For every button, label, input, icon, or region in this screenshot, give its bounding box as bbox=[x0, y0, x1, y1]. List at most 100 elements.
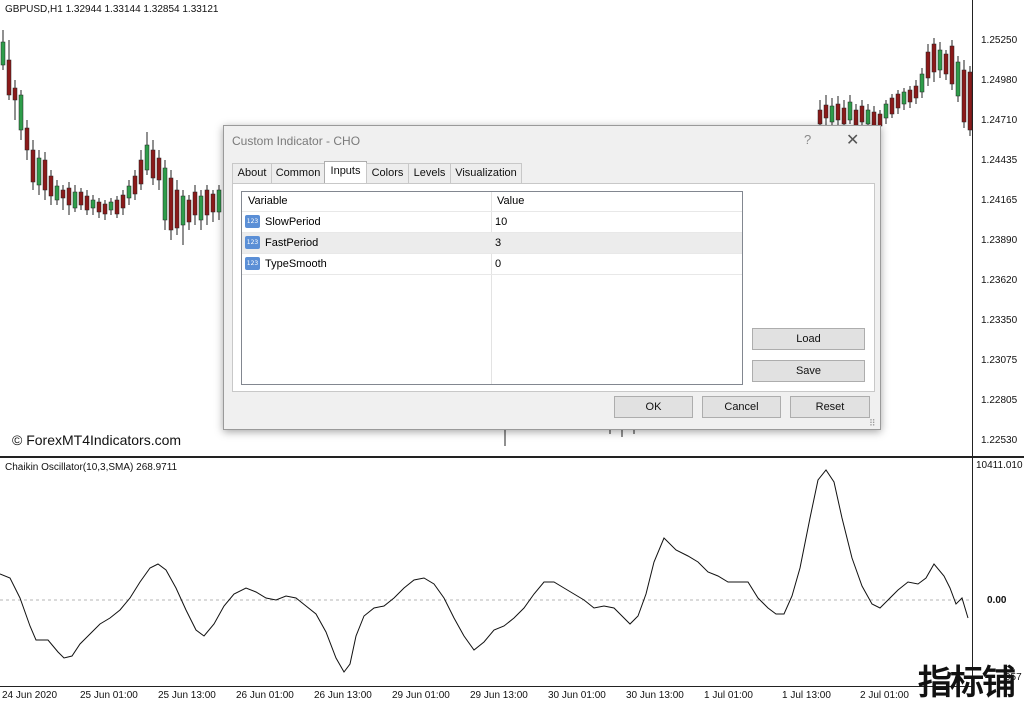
integer-type-icon: 123 bbox=[245, 257, 260, 270]
candle-body bbox=[949, 45, 955, 85]
candle-body bbox=[96, 201, 102, 213]
candle-body bbox=[216, 189, 222, 213]
time-label: 26 Jun 13:00 bbox=[314, 690, 372, 701]
candle-body bbox=[84, 195, 90, 211]
variable-name: FastPeriod bbox=[265, 237, 319, 249]
candle-body bbox=[931, 43, 937, 73]
grid-header: Variable Value bbox=[242, 192, 742, 210]
time-label: 29 Jun 01:00 bbox=[392, 690, 450, 701]
candle-body bbox=[54, 185, 60, 201]
candle-body bbox=[210, 193, 216, 213]
candle-body bbox=[30, 149, 36, 183]
candle-body bbox=[66, 187, 72, 206]
time-label: 25 Jun 13:00 bbox=[158, 690, 216, 701]
candle-body bbox=[841, 107, 847, 125]
candle-body bbox=[132, 175, 138, 195]
price-label: 1.22530 bbox=[981, 435, 1018, 446]
input-row-typesmooth[interactable]: 123 TypeSmooth 0 bbox=[242, 253, 742, 275]
tab-colors[interactable]: Colors bbox=[366, 163, 409, 183]
price-label: 1.22805 bbox=[981, 395, 1018, 406]
candle-body bbox=[192, 191, 198, 216]
price-label: 1.23075 bbox=[981, 355, 1018, 366]
candle-body bbox=[144, 144, 150, 171]
variable-name: SlowPeriod bbox=[265, 216, 321, 228]
candle-body bbox=[943, 53, 949, 75]
integer-type-icon: 123 bbox=[245, 215, 260, 228]
candle-body bbox=[847, 101, 853, 121]
candle-body bbox=[919, 73, 925, 93]
tab-about[interactable]: About bbox=[232, 163, 272, 183]
candle-body bbox=[865, 109, 871, 125]
candle-body bbox=[150, 149, 156, 179]
variable-value[interactable]: 0 bbox=[495, 258, 501, 270]
column-header-variable[interactable]: Variable bbox=[248, 195, 288, 207]
time-label: 26 Jun 01:00 bbox=[236, 690, 294, 701]
candle-body bbox=[859, 105, 865, 123]
candle-body bbox=[829, 105, 835, 123]
reset-button[interactable]: Reset bbox=[790, 396, 870, 418]
inputs-panel: Variable Value 123 SlowPeriod 10 123 Fas… bbox=[232, 183, 875, 392]
time-label: 25 Jun 01:00 bbox=[80, 690, 138, 701]
candle-body bbox=[204, 189, 210, 216]
candle-body bbox=[126, 185, 132, 199]
price-label: 1.24165 bbox=[981, 195, 1018, 206]
candle-body bbox=[138, 159, 144, 185]
input-row-slowperiod[interactable]: 123 SlowPeriod 10 bbox=[242, 211, 742, 232]
save-button[interactable]: Save bbox=[752, 360, 865, 382]
indicator-axis-zero: 0.00 bbox=[987, 595, 1007, 606]
candle-body bbox=[6, 59, 12, 96]
time-axis[interactable]: 24 Jun 2020 25 Jun 01:00 25 Jun 13:00 26… bbox=[0, 686, 972, 705]
indicator-axis[interactable]: 10411.010 0.00 957 bbox=[972, 458, 1024, 686]
candle-body bbox=[36, 157, 42, 186]
column-header-value[interactable]: Value bbox=[497, 195, 524, 207]
time-label: 24 Jun 2020 bbox=[2, 690, 58, 701]
load-button[interactable]: Load bbox=[752, 328, 865, 350]
price-label: 1.23620 bbox=[981, 275, 1018, 286]
variable-value[interactable]: 3 bbox=[495, 237, 501, 249]
candle-body bbox=[102, 203, 108, 215]
cancel-button[interactable]: Cancel bbox=[702, 396, 781, 418]
tab-visualization[interactable]: Visualization bbox=[450, 163, 522, 183]
candle-body bbox=[42, 159, 48, 191]
candle-body bbox=[961, 69, 967, 123]
candle-body bbox=[853, 109, 859, 127]
tab-levels[interactable]: Levels bbox=[408, 163, 451, 183]
custom-indicator-dialog[interactable]: Custom Indicator - CHO ? ✕ About Common … bbox=[223, 125, 881, 430]
inputs-grid[interactable]: Variable Value 123 SlowPeriod 10 123 Fas… bbox=[241, 191, 743, 385]
variable-value[interactable]: 10 bbox=[495, 216, 507, 228]
ok-button[interactable]: OK bbox=[614, 396, 693, 418]
candle-body bbox=[156, 157, 162, 181]
input-row-fastperiod[interactable]: 123 FastPeriod 3 bbox=[242, 232, 742, 253]
price-label: 1.24980 bbox=[981, 75, 1018, 86]
price-label: 1.23350 bbox=[981, 315, 1018, 326]
candle-body bbox=[823, 104, 829, 119]
candle-body bbox=[120, 194, 126, 209]
candle-body bbox=[186, 199, 192, 223]
candle-body bbox=[114, 199, 120, 215]
resize-grip-icon[interactable]: ⠿ bbox=[869, 418, 876, 429]
candle-body bbox=[895, 93, 901, 109]
candle-body bbox=[174, 189, 180, 229]
candle-body bbox=[913, 85, 919, 99]
close-icon[interactable]: ✕ bbox=[846, 130, 859, 150]
candle-body bbox=[901, 91, 907, 105]
candle-body bbox=[24, 127, 30, 151]
tab-inputs[interactable]: Inputs bbox=[324, 161, 367, 184]
help-icon[interactable]: ? bbox=[804, 132, 811, 147]
indicator-axis-top: 10411.010 bbox=[976, 460, 1023, 471]
dialog-title: Custom Indicator - CHO bbox=[232, 134, 361, 148]
candle-body bbox=[12, 87, 18, 101]
corner-watermark: 指标铺 bbox=[918, 663, 1016, 703]
watermark-text: © ForexMT4Indicators.com bbox=[12, 432, 182, 448]
candle-body bbox=[817, 109, 823, 125]
candle-body bbox=[18, 94, 24, 131]
tab-common[interactable]: Common bbox=[271, 163, 325, 183]
price-axis[interactable]: 1.25250 1.24980 1.24710 1.24435 1.24165 … bbox=[972, 0, 1024, 456]
variable-name: TypeSmooth bbox=[265, 258, 327, 270]
oscillator-plot bbox=[0, 469, 972, 673]
candle-body bbox=[180, 195, 186, 226]
time-label: 29 Jun 13:00 bbox=[470, 690, 528, 701]
candle-body bbox=[48, 175, 54, 197]
indicator-pane[interactable]: Chaikin Oscillator(10,3,SMA) 268.9711 bbox=[0, 458, 972, 686]
oscillator-line bbox=[0, 469, 969, 673]
